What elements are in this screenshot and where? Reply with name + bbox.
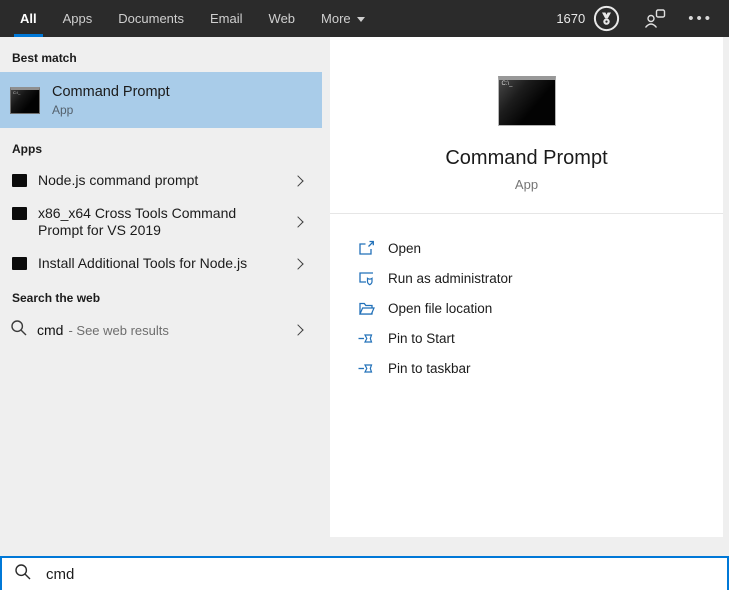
action-pin-to-taskbar[interactable]: Pin to taskbar [330, 353, 723, 383]
preview-title: Command Prompt [445, 147, 608, 169]
divider [330, 213, 723, 214]
result-label: Node.js command prompt [38, 172, 199, 188]
terminal-icon [12, 207, 27, 220]
tab-more[interactable]: More [315, 0, 371, 37]
action-label: Run as administrator [388, 270, 513, 286]
pushpin-icon [358, 360, 375, 377]
tab-apps[interactable]: Apps [57, 0, 99, 37]
chevron-right-icon[interactable] [292, 257, 304, 270]
chevron-right-icon[interactable] [292, 216, 304, 228]
result-install-additional-tools[interactable]: Install Additional Tools for Node.js [0, 248, 322, 279]
pushpin-icon [358, 330, 375, 347]
terminal-icon [12, 257, 27, 270]
web-query-text: cmd [37, 322, 64, 338]
tab-web-label: Web [268, 11, 296, 26]
tab-email[interactable]: Email [204, 0, 249, 37]
best-match-result-command-prompt[interactable]: Command Prompt App [0, 72, 322, 128]
tab-web[interactable]: Web [263, 0, 302, 37]
chevron-down-icon [356, 16, 365, 22]
action-label: Pin to Start [388, 330, 455, 346]
tab-more-label: More [321, 11, 351, 26]
tab-documents-label: Documents [118, 11, 185, 26]
window-shield-icon [358, 270, 375, 287]
tab-all[interactable]: All [14, 0, 43, 37]
best-match-title: Command Prompt [52, 83, 170, 100]
rewards-medal-icon[interactable] [593, 5, 620, 32]
result-x86-x64-cross-tools[interactable]: x86_x64 Cross Tools Command Prompt for V… [0, 198, 322, 246]
action-pin-to-start[interactable]: Pin to Start [330, 323, 723, 353]
header-right-controls: 1670 ••• [556, 0, 713, 37]
tab-apps-label: Apps [62, 11, 93, 26]
taskbar-search-box[interactable] [0, 556, 729, 590]
feedback-person-icon[interactable] [644, 8, 666, 29]
search-icon [10, 319, 28, 342]
search-web-section-label: Search the web [12, 291, 101, 305]
chevron-right-icon[interactable] [292, 324, 304, 336]
search-flyout: All Apps Documents Email Web More 1670 •… [0, 0, 729, 590]
preview-subtitle: App [514, 177, 539, 192]
action-open[interactable]: Open [330, 233, 723, 263]
result-label: x86_x64 Cross Tools Command Prompt for V… [38, 205, 237, 238]
action-label: Pin to taskbar [388, 360, 471, 376]
best-match-text: Command Prompt App [52, 84, 170, 117]
terminal-icon [12, 174, 27, 187]
command-prompt-icon [10, 86, 40, 114]
apps-result-list: Node.js command prompt x86_x64 Cross Too… [0, 165, 322, 279]
tab-email-label: Email [210, 11, 243, 26]
search-header: All Apps Documents Email Web More 1670 •… [0, 0, 729, 37]
open-window-icon [358, 240, 375, 257]
preview-panel: Command Prompt App Open [330, 37, 723, 537]
more-options-ellipsis-icon[interactable]: ••• [688, 11, 713, 26]
action-list: Open Run as administrator Open file loca… [330, 233, 723, 383]
search-input[interactable] [44, 561, 727, 587]
command-prompt-large-icon [497, 76, 556, 126]
result-web-search-cmd[interactable]: cmd - See web results [0, 312, 322, 348]
best-match-section-label: Best match [12, 51, 77, 65]
best-match-subtitle: App [52, 102, 74, 117]
chevron-right-icon[interactable] [292, 174, 304, 187]
action-open-file-location[interactable]: Open file location [330, 293, 723, 323]
apps-section-label: Apps [12, 142, 42, 156]
search-filter-tabs: All Apps Documents Email Web More [14, 0, 385, 37]
rewards-points: 1670 [556, 11, 586, 26]
action-label: Open [388, 240, 422, 256]
result-nodejs-command-prompt[interactable]: Node.js command prompt [0, 165, 322, 196]
tab-all-label: All [20, 11, 37, 26]
tab-documents[interactable]: Documents [112, 0, 190, 37]
folder-icon [358, 300, 375, 317]
web-suffix-text: - See web results [68, 322, 169, 338]
action-run-as-administrator[interactable]: Run as administrator [330, 263, 723, 293]
search-icon [14, 563, 32, 586]
action-label: Open file location [388, 300, 493, 316]
results-panel: Best match Command Prompt App Apps Node.… [0, 37, 322, 556]
result-label: Install Additional Tools for Node.js [38, 255, 248, 271]
